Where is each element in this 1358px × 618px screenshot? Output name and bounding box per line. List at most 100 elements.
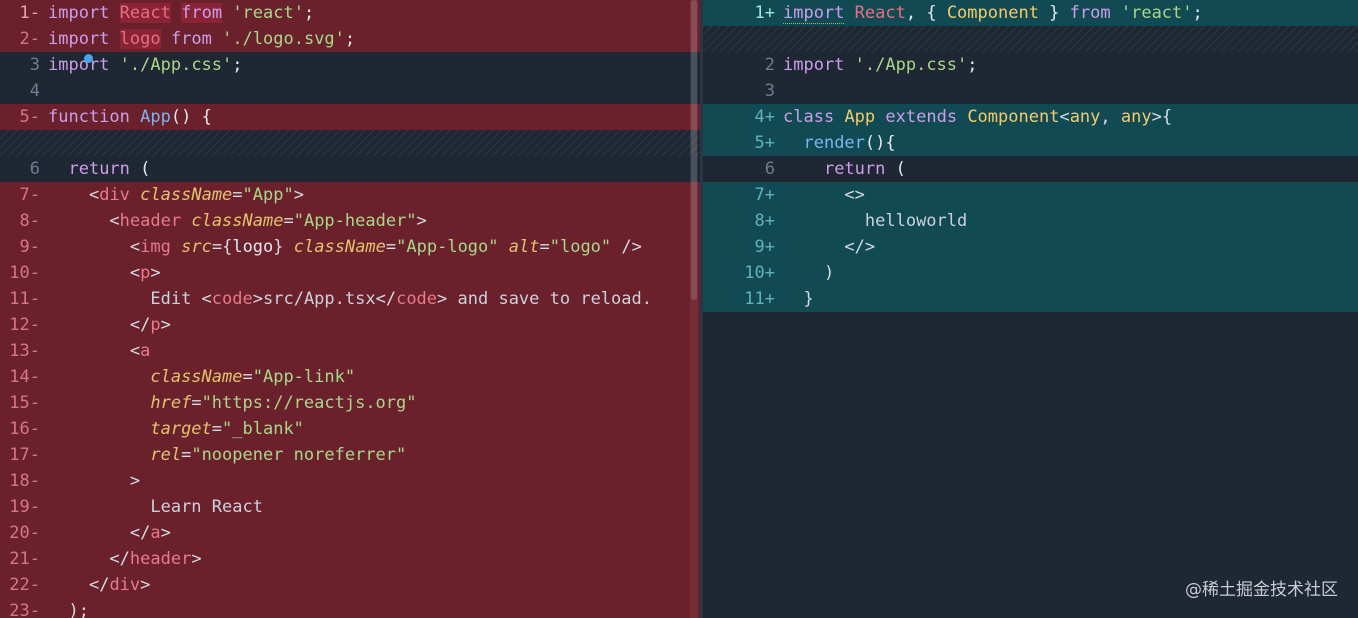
left-code-line[interactable]: 15- href="https://reactjs.org"	[0, 390, 703, 416]
right-line-number	[703, 26, 775, 52]
right-code-line[interactable]: 8+ helloworld	[703, 208, 1358, 234]
right-code-line[interactable]: 2 import './App.css';	[703, 52, 1358, 78]
left-code-line[interactable]	[0, 130, 703, 156]
left-code-text[interactable]: </div>	[48, 572, 150, 598]
right-code-text[interactable]: <>	[783, 182, 864, 208]
left-code-text[interactable]: <a	[48, 338, 151, 364]
code-token: ,	[1100, 107, 1121, 127]
left-code-line[interactable]: 9- <img src={logo} className="App-logo" …	[0, 234, 703, 260]
left-code-line[interactable]: 20- </a>	[0, 520, 703, 546]
left-code-line[interactable]: 18- >	[0, 468, 703, 494]
left-code-text[interactable]: href="https://reactjs.org"	[48, 390, 416, 416]
right-line-number: 11+	[744, 289, 775, 309]
left-scrollbar-thumb[interactable]	[691, 0, 697, 300]
right-code-text[interactable]: return (	[783, 156, 906, 182]
left-code-line[interactable]: 1- import React from 'react';	[0, 0, 703, 26]
code-token: <	[1059, 107, 1070, 127]
left-line-number: 4	[29, 81, 40, 101]
left-code-line[interactable]: 13- <a	[0, 338, 703, 364]
left-code-text[interactable]: <p>	[48, 260, 161, 286]
left-code-text[interactable]: return (	[48, 156, 150, 182]
left-code-text[interactable]: rel="noopener noreferrer"	[48, 442, 406, 468]
code-token: logo	[232, 237, 274, 257]
left-code-line[interactable]: 14- className="App-link"	[0, 364, 703, 390]
right-code-text[interactable]: class App extends Component<any, any>{	[783, 104, 1172, 130]
right-code-line[interactable]: 4+ class App extends Component<any, any>{	[703, 104, 1358, 130]
left-code-line[interactable]: 10- <p>	[0, 260, 703, 286]
left-code-text[interactable]: className="App-link"	[48, 364, 355, 390]
code-token: >{	[1151, 107, 1173, 127]
left-code-line[interactable]: 22- </div>	[0, 572, 703, 598]
left-code-line[interactable]: 4	[0, 78, 703, 104]
left-code-line[interactable]: 17- rel="noopener noreferrer"	[0, 442, 703, 468]
left-code-line[interactable]: 11- Edit <code>src/App.tsx</code> and sa…	[0, 286, 703, 312]
left-code-text[interactable]: <img src={logo} className="App-logo" alt…	[48, 234, 642, 260]
left-code-line[interactable]: 19- Learn React	[0, 494, 703, 520]
right-line-number: 2	[764, 55, 775, 75]
left-code-line[interactable]: 3 import './App.css';	[0, 52, 703, 78]
left-code-line[interactable]: 7- <div className="App">	[0, 182, 703, 208]
right-code-line[interactable]: 9+ </>	[703, 234, 1358, 260]
left-code-text[interactable]: </a>	[48, 520, 171, 546]
right-code-text[interactable]: import React, { Component } from 'react'…	[783, 0, 1203, 26]
right-code-text[interactable]: </>	[783, 234, 875, 260]
left-code-text[interactable]: import React from 'react';	[48, 0, 314, 26]
left-code-text[interactable]: import './App.css';	[48, 52, 243, 78]
left-scrollbar[interactable]	[690, 0, 698, 618]
code-token: }	[803, 289, 814, 309]
left-code-line[interactable]: 2- import logo from './logo.svg';	[0, 26, 703, 52]
left-code-line[interactable]: 21- </header>	[0, 546, 703, 572]
code-token: >	[252, 289, 263, 309]
right-code-line[interactable]: 7+ <>	[703, 182, 1358, 208]
right-code-line[interactable]: 3	[703, 78, 1358, 104]
code-token: p	[140, 263, 151, 283]
left-code-line[interactable]: 8- <header className="App-header">	[0, 208, 703, 234]
right-code-line[interactable]: 10+ )	[703, 260, 1358, 286]
left-code-text[interactable]: Edit <code>src/App.tsx</code> and save t…	[48, 286, 652, 312]
right-line-number: 8+	[754, 211, 775, 231]
left-line-number: 11-	[9, 289, 40, 309]
diff-left-pane[interactable]: 1- import React from 'react'; 2- import log…	[0, 0, 703, 618]
code-token: code	[396, 289, 438, 309]
right-code-text[interactable]: )	[783, 260, 834, 286]
left-code-text[interactable]: );	[48, 598, 88, 618]
code-token: "noopener noreferrer"	[191, 445, 407, 465]
code-token: React	[119, 3, 171, 23]
left-code-text[interactable]: <header className="App-header">	[48, 208, 426, 234]
right-code-text[interactable]: render(){	[783, 130, 895, 156]
left-code-text[interactable]: >	[48, 468, 140, 494]
left-code-text[interactable]: Learn React	[48, 494, 263, 520]
right-code-line[interactable]: 5+ render(){	[703, 130, 1358, 156]
left-code-line[interactable]: 6 return (	[0, 156, 703, 182]
left-code-text[interactable]: function App() {	[48, 104, 212, 130]
left-code-text[interactable]: </p>	[48, 312, 171, 338]
right-code-line[interactable]: 1+ import React, { Component } from 'reac…	[703, 0, 1358, 26]
left-code-line[interactable]: 16- target="_blank"	[0, 416, 703, 442]
left-code-text[interactable]: </header>	[48, 546, 201, 572]
left-code-text[interactable]: target="_blank"	[48, 416, 304, 442]
code-token: >	[160, 315, 171, 335]
code-token: alt	[508, 237, 540, 257]
right-code-line[interactable]: 6 return (	[703, 156, 1358, 182]
diff-right-pane[interactable]: 1+ import React, { Component } from 'reac…	[703, 0, 1358, 618]
code-token: >	[160, 523, 171, 543]
left-code-text[interactable]: <div className="App">	[48, 182, 304, 208]
right-code-text[interactable]: import './App.css';	[783, 52, 978, 78]
left-code-line[interactable]: 12- </p>	[0, 312, 703, 338]
left-code-text[interactable]: import logo from './logo.svg';	[48, 26, 355, 52]
code-token: =	[181, 445, 192, 465]
right-code-text[interactable]: }	[783, 286, 814, 312]
right-code-line[interactable]: 11+ }	[703, 286, 1358, 312]
left-code-line[interactable]: 5- function App() {	[0, 104, 703, 130]
right-code-text[interactable]: helloworld	[783, 208, 967, 234]
left-code-line[interactable]: 23- );	[0, 598, 703, 618]
code-token: }	[1038, 3, 1070, 23]
right-code-line[interactable]	[703, 26, 1358, 52]
code-token: "logo"	[549, 237, 612, 257]
code-token: </	[129, 315, 151, 335]
